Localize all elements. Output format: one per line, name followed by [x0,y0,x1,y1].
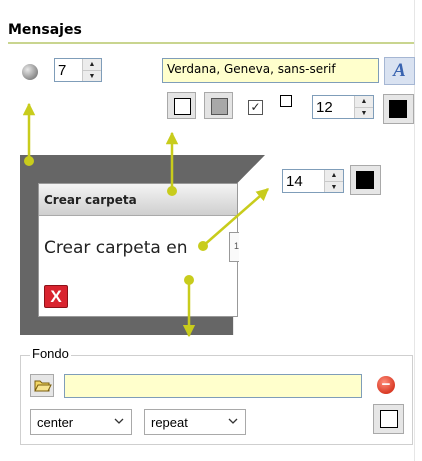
chevron-down-icon [113,414,125,431]
background-color-button[interactable] [373,404,404,434]
header-guide-dot [167,186,177,196]
background-image-url-field[interactable] [64,374,362,398]
text-guide-dot [198,241,208,251]
background-legend: Fondo [30,346,71,361]
remove-icon[interactable]: − [377,376,395,394]
chevron-down-icon [227,414,239,431]
background-position-value: center [37,415,74,430]
background-repeat-select[interactable]: repeat [144,409,246,435]
border-guide-dot [24,156,34,166]
shadow-guide-dot [184,275,194,285]
background-repeat-value: repeat [151,415,188,430]
text-guide-arrow [202,188,269,247]
browse-image-button[interactable] [30,374,54,397]
folder-icon [34,380,52,392]
background-position-select[interactable]: center [30,409,132,435]
background-color-swatch [380,410,398,428]
